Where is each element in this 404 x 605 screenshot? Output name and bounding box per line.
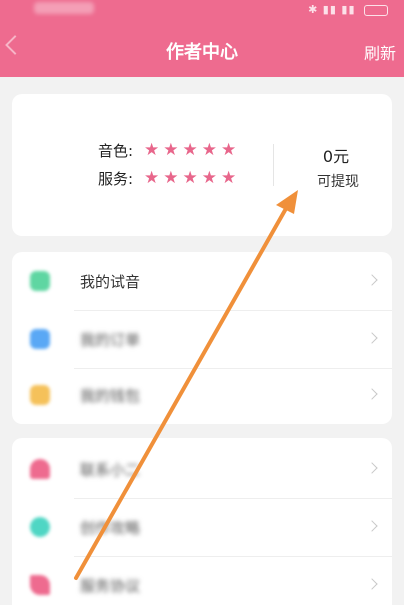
contact-icon (30, 459, 50, 479)
menu-item-label: 创作攻略 (80, 519, 141, 537)
star-icon: ★ (221, 168, 237, 188)
chevron-right-icon (366, 274, 378, 286)
menu-item-orders[interactable]: 我的订单 (12, 310, 392, 368)
guide-icon (30, 517, 50, 537)
menu-group-1: 我的试音 我的订单 我的钱包 (12, 252, 392, 424)
withdrawable-label[interactable]: 可提现 (303, 171, 373, 191)
star-icon: ★ (201, 140, 217, 160)
star-icon: ★ (144, 168, 160, 188)
menu-item-label: 我的钱包 (80, 387, 141, 405)
chevron-right-icon (366, 462, 378, 474)
status-bar: ✱ ▮▮ ▮▮ (0, 0, 404, 22)
status-time (34, 2, 94, 14)
agreement-icon (30, 575, 50, 595)
star-icon: ★ (182, 168, 198, 188)
star-icon: ★ (182, 140, 198, 160)
chevron-right-icon (366, 578, 378, 590)
star-icon: ★ (201, 168, 217, 188)
star-icon: ★ (221, 140, 237, 160)
withdrawable-balance[interactable]: 0元 (312, 143, 360, 167)
page-title: 作者中心 (166, 42, 238, 63)
service-rating-row: 服务: ★ ★ ★ ★ ★ (98, 168, 236, 189)
menu-item-label: 我的试音 (80, 273, 141, 291)
star-icon: ★ (144, 140, 160, 160)
star-icon: ★ (163, 168, 179, 188)
menu-item-label: 服务协议 (80, 577, 141, 595)
menu-item-label: 我的订单 (80, 331, 141, 349)
menu-item-guide[interactable]: 创作攻略 (12, 498, 392, 556)
voice-rating-stars: ★ ★ ★ ★ ★ (144, 142, 236, 159)
chevron-right-icon (366, 520, 378, 532)
menu-item-agreement[interactable]: 服务协议 (12, 556, 392, 605)
menu-group-2: 联系小二 创作攻略 服务协议 (12, 438, 392, 605)
menu-item-wallet[interactable]: 我的钱包 (12, 366, 392, 424)
refresh-button[interactable]: 刷新 (364, 40, 396, 64)
vertical-divider (273, 144, 274, 186)
app-header: ✱ ▮▮ ▮▮ 作者中心 刷新 (0, 0, 404, 77)
author-stats-card: 音色: ★ ★ ★ ★ ★ 服务: ★ ★ ★ ★ ★ 0元 可提现 (12, 94, 392, 236)
star-icon: ★ (163, 140, 179, 160)
menu-item-audition[interactable]: 我的试音 (12, 252, 392, 310)
menu-item-contact[interactable]: 联系小二 (12, 440, 392, 498)
menu-item-label: 联系小二 (80, 461, 141, 479)
service-rating-stars: ★ ★ ★ ★ ★ (144, 170, 236, 187)
audition-icon (30, 271, 50, 291)
chevron-right-icon (366, 332, 378, 344)
battery-icon (364, 4, 388, 16)
chevron-right-icon (366, 388, 378, 400)
voice-rating-row: 音色: ★ ★ ★ ★ ★ (98, 140, 236, 161)
voice-rating-label: 音色: (98, 142, 134, 160)
status-icons: ✱ ▮▮ ▮▮ (308, 3, 388, 16)
wallet-icon (30, 385, 50, 405)
orders-icon (30, 329, 50, 349)
service-rating-label: 服务: (98, 170, 134, 188)
